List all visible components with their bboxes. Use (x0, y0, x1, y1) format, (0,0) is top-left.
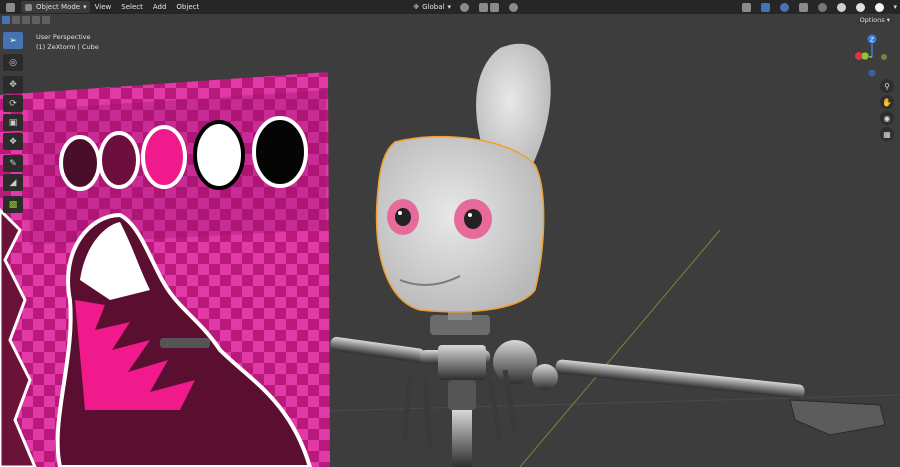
swatch-plum (98, 131, 140, 189)
scale-icon: ▣ (8, 117, 18, 128)
transform-orientation-dropdown[interactable]: ✥ Global ▾ (410, 1, 454, 13)
gizmo-neg-z-axis (868, 69, 876, 77)
gizmo-z-label: Z (870, 37, 874, 44)
chevron-down-icon: ▾ (886, 16, 890, 24)
scale-tool[interactable]: ▣ (3, 114, 23, 131)
3d-viewport-icon (6, 2, 15, 12)
options-dropdown[interactable]: Options ▾ (855, 15, 894, 25)
proportional-icon (508, 2, 518, 12)
move-tool[interactable]: ✥ (3, 76, 23, 93)
orientation-label: Global (422, 3, 445, 11)
magnet-icon (478, 2, 488, 12)
gizmo-toggle[interactable] (757, 1, 774, 13)
editor-type-button[interactable] (2, 1, 19, 13)
mode-label: Object Mode (36, 3, 81, 11)
select-subtract-mode-button[interactable] (22, 16, 30, 24)
perspective-label: User Perspective (36, 33, 91, 41)
move-icon: ✥ (9, 79, 17, 90)
shading-solid[interactable] (833, 1, 850, 13)
shading-wireframe[interactable] (814, 1, 831, 13)
options-label: Options (859, 16, 885, 24)
material-sphere-icon (856, 2, 866, 12)
annotate-tool[interactable]: ✎ (3, 155, 23, 172)
select-intersect-mode-button[interactable] (42, 16, 50, 24)
rendered-sphere-icon (875, 2, 885, 12)
select-box-tool[interactable]: ➢ (3, 32, 23, 49)
ortho-toggle-button[interactable]: ▦ (880, 127, 894, 141)
orientation-axes-icon: ✥ (413, 3, 420, 11)
select-extend-mode-button[interactable] (12, 16, 20, 24)
menu-select[interactable]: Select (116, 3, 148, 11)
chevron-down-icon: ▾ (83, 3, 87, 11)
shading-rendered[interactable] (871, 1, 888, 13)
viewport-header: Object Mode ▾ View Select Add Object ✥ G… (0, 0, 900, 14)
ruler-icon: ◢ (9, 177, 17, 188)
pivot-icon (459, 2, 469, 12)
camera-icon: ◉ (883, 113, 891, 123)
select-box-mode-button[interactable] (2, 16, 10, 24)
rabbit-head[interactable] (375, 43, 551, 313)
cube-add-icon: ▩ (8, 199, 18, 210)
cursor-tool[interactable]: ◎ (3, 54, 23, 71)
select-invert-mode-button[interactable] (32, 16, 40, 24)
xray-icon (799, 2, 809, 12)
cursor-arrow-icon: ➢ (9, 35, 17, 46)
menu-add[interactable]: Add (148, 3, 172, 11)
swatch-black (252, 116, 308, 188)
gizmo-y-axis (860, 51, 870, 61)
wireframe-sphere-icon (818, 2, 828, 12)
pan-button[interactable]: ✋ (880, 95, 894, 109)
xray-toggle[interactable] (795, 1, 812, 13)
navigation-gizmo[interactable]: Z (852, 33, 892, 81)
add-cube-tool[interactable]: ▩ (3, 196, 23, 213)
object-mode-icon (25, 3, 32, 11)
menu-view[interactable]: View (90, 3, 117, 11)
shading-options-dropdown[interactable]: ▾ (890, 1, 900, 13)
chevron-down-icon: ▾ (893, 3, 897, 11)
solid-sphere-icon (837, 2, 847, 12)
pencil-icon: ✎ (9, 158, 17, 169)
grid-icon: ▦ (883, 129, 891, 139)
gizmo-icon (761, 2, 771, 12)
viewport-info: User Perspective (1) ZeXtorm | Cube (36, 32, 99, 52)
swatch-pink (141, 125, 187, 189)
swatch-white (193, 120, 245, 190)
measure-tool[interactable]: ◢ (3, 174, 23, 191)
overlay-icon (780, 2, 790, 12)
mode-dropdown[interactable]: Object Mode ▾ (21, 1, 90, 13)
snap-toggle[interactable] (475, 1, 503, 13)
reference-image-plane[interactable] (0, 72, 330, 467)
rotate-icon: ⟳ (9, 98, 17, 109)
overlay-toggle[interactable] (776, 1, 793, 13)
menu-object[interactable]: Object (171, 3, 204, 11)
zoom-button[interactable]: ⚲ (880, 79, 894, 93)
swatch-dark (59, 135, 101, 191)
proportional-edit-toggle[interactable] (505, 1, 522, 13)
pivot-point-button[interactable] (456, 1, 473, 13)
transform-icon: ❖ (8, 136, 18, 147)
3d-viewport[interactable] (0, 26, 900, 467)
hand-icon: ✋ (882, 97, 892, 107)
y-axis-line (519, 229, 721, 467)
3d-cursor-icon: ◎ (9, 57, 17, 68)
active-object-label: (1) ZeXtorm | Cube (36, 43, 99, 51)
chevron-down-icon: ▾ (447, 3, 451, 11)
visibility-button[interactable] (738, 1, 755, 13)
gizmo-neg-y-axis (881, 54, 887, 60)
eye-icon (742, 2, 752, 12)
shading-material[interactable] (852, 1, 869, 13)
camera-view-button[interactable]: ◉ (880, 111, 894, 125)
selection-mode-bar (0, 14, 900, 26)
rotate-tool[interactable]: ⟳ (3, 95, 23, 112)
magnifier-icon: ⚲ (884, 81, 890, 91)
snap-target-icon (489, 2, 499, 12)
tool-shelf: ➢ ◎ ✥ ⟳ ▣ ❖ ✎ ◢ ▩ (3, 32, 25, 215)
transform-tool[interactable]: ❖ (3, 133, 23, 150)
